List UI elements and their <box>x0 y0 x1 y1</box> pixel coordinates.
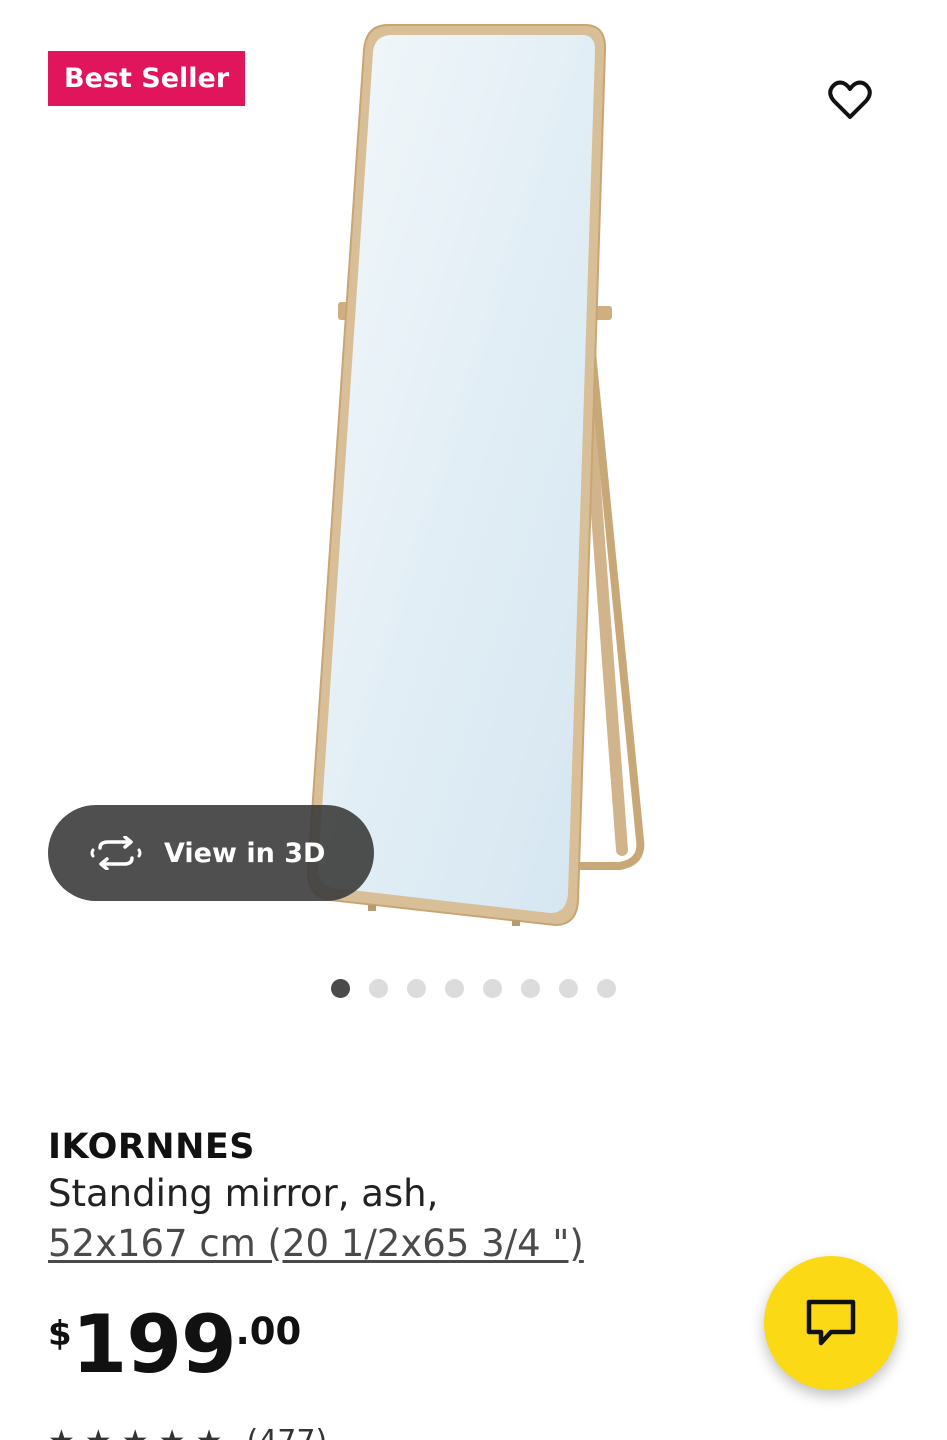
view-in-3d-button[interactable]: View in 3D <box>48 805 374 901</box>
rating-stars: ★★★★★ <box>48 1424 232 1440</box>
carousel-dot[interactable] <box>369 978 388 998</box>
carousel-dot[interactable] <box>445 978 464 998</box>
carousel-dot[interactable] <box>597 978 616 998</box>
favorite-button[interactable] <box>822 72 878 128</box>
product-image-area[interactable]: Best Seller View in 3D <box>0 0 947 950</box>
carousel-dot[interactable] <box>407 978 426 998</box>
heart-outline-icon <box>828 80 872 119</box>
product-rating[interactable]: ★★★★★ (477) <box>48 1424 327 1440</box>
carousel-dot[interactable] <box>559 978 578 998</box>
chat-button[interactable] <box>764 1256 898 1390</box>
product-info: IKORNNES Standing mirror, ash, 52x167 cm… <box>48 1125 584 1269</box>
product-price: $ 199 .00 <box>48 1300 301 1390</box>
carousel-dot[interactable] <box>483 978 502 998</box>
chat-bubble-icon <box>806 1299 856 1346</box>
carousel-dot[interactable] <box>521 978 540 998</box>
product-description: Standing mirror, ash, <box>48 1172 439 1215</box>
product-name: IKORNNES <box>48 1127 255 1167</box>
product-size-link[interactable]: 52x167 cm (20 1/2x65 3/4 ") <box>48 1219 584 1269</box>
best-seller-badge: Best Seller <box>48 51 246 106</box>
rotate-3d-icon <box>90 836 142 870</box>
view-in-3d-label: View in 3D <box>164 837 326 869</box>
price-currency: $ <box>48 1314 72 1354</box>
product-page: Best Seller View in 3D IKORNNES Standing… <box>0 0 947 1440</box>
carousel-dot[interactable] <box>331 978 350 998</box>
rating-count: (477) <box>246 1424 327 1440</box>
price-integer: 199 <box>71 1298 237 1391</box>
price-decimal: .00 <box>235 1310 302 1353</box>
carousel-indicator <box>0 977 947 999</box>
